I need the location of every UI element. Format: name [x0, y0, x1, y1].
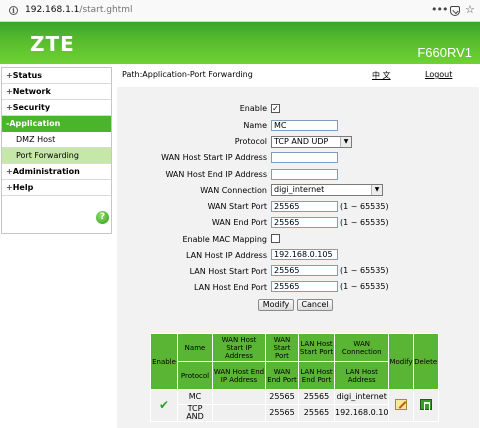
edit-icon[interactable] — [395, 399, 408, 410]
header-lan-end-port: LAN Host End Port — [298, 361, 335, 390]
lan-end-port-input[interactable]: 25565 — [271, 281, 338, 292]
expand-icon: + — [6, 183, 13, 192]
row-wan-start-port: 25565 — [265, 389, 299, 405]
sidebar-item-label: Network — [12, 87, 51, 96]
lan-start-port-input[interactable]: 25565 — [271, 265, 338, 276]
wan-end-ip-label: WAN Host End IP Address — [165, 170, 267, 179]
modify-button[interactable]: Modify — [258, 299, 294, 311]
header-wan-connection: WAN Connection — [333, 333, 390, 362]
enable-checkbox[interactable]: ✓ — [271, 104, 280, 113]
mac-mapping-label: Enable MAC Mapping — [182, 235, 268, 244]
wan-end-port-input[interactable]: 25565 — [271, 217, 338, 228]
port-forwarding-table: Enable Name WAN Host Start IP Address WA… — [150, 333, 439, 422]
sidebar-item-label: Security — [12, 103, 51, 112]
bookmark-star-icon[interactable]: ☆ — [465, 3, 475, 16]
protocol-select[interactable]: TCP AND UDP ▼ — [271, 136, 352, 148]
header-wan-start-port: WAN Start Port — [265, 333, 299, 362]
row-lan-start-port: 25565 — [298, 389, 335, 405]
name-label: Name — [243, 121, 267, 130]
wan-start-ip-input[interactable] — [271, 152, 338, 163]
wan-start-port-label: WAN Start Port — [207, 202, 267, 211]
expand-icon: + — [6, 167, 13, 176]
row-lan-end-port: 25565 — [298, 404, 335, 422]
row-name: MC — [177, 389, 213, 405]
row-wan-end-ip — [212, 404, 266, 422]
row-wan-connection: digi_internet — [333, 389, 390, 405]
chevron-down-icon: ▼ — [371, 185, 382, 195]
row-wan-start-ip — [212, 389, 266, 405]
lan-end-port-range: (1 ~ 65535) — [340, 282, 389, 291]
lan-start-port-range: (1 ~ 65535) — [340, 266, 389, 275]
protocol-value: TCP AND UDP — [274, 137, 329, 146]
header-wan-end-port: WAN End Port — [265, 361, 299, 390]
enable-label: Enable — [239, 104, 267, 113]
router-header: ZTE F660RV1 — [0, 22, 480, 64]
row-modify-cell — [388, 389, 414, 422]
zte-logo: ZTE — [30, 32, 75, 56]
header-enable: Enable — [150, 333, 178, 390]
url-host: 192.168.1.1 — [25, 5, 80, 15]
header-modify: Modify — [388, 333, 414, 390]
lan-start-port-label: LAN Host Start Port — [189, 267, 267, 276]
lan-ip-input[interactable]: 192.168.0.105 — [271, 249, 338, 260]
row-lan-host-address: 192.168.0.10 — [333, 404, 390, 422]
wan-start-ip-label: WAN Host Start IP Address — [161, 153, 267, 162]
header-wan-end-ip: WAN Host End IP Address — [212, 361, 266, 390]
browser-url-bar[interactable]: i 192.168.1.1/start.ghtml ••• ☆ — [0, 0, 480, 22]
name-input[interactable]: MC — [271, 120, 338, 131]
url-text[interactable]: 192.168.1.1/start.ghtml — [25, 5, 132, 15]
pocket-icon[interactable] — [450, 6, 460, 16]
page-actions-icon[interactable]: ••• — [431, 3, 448, 16]
cancel-button[interactable]: Cancel — [297, 299, 333, 311]
lan-ip-label: LAN Host IP Address — [186, 251, 267, 260]
protocol-label: Protocol — [234, 137, 267, 146]
expand-icon: + — [6, 103, 13, 112]
chevron-down-icon: ▼ — [340, 137, 351, 147]
header-wan-start-ip: WAN Host Start IP Address — [212, 333, 266, 362]
header-lan-start-port: LAN Host Start Port — [298, 333, 335, 362]
row-delete-cell — [412, 389, 439, 422]
breadcrumb-bar: Path:Application-Port Forwarding 中 文 Log… — [117, 67, 479, 87]
wan-start-port-range: (1 ~ 65535) — [340, 202, 389, 211]
breadcrumb: Path:Application-Port Forwarding — [122, 70, 253, 79]
header-protocol: Protocol — [177, 361, 213, 390]
header-name: Name — [177, 333, 213, 362]
logout-link[interactable]: Logout — [425, 70, 452, 79]
wan-start-port-input[interactable]: 25565 — [271, 201, 338, 212]
row-protocol: TCP AND — [177, 404, 213, 422]
wan-connection-label: WAN Connection — [200, 186, 267, 195]
sidebar-item-status[interactable]: +Status — [2, 68, 111, 84]
lan-end-port-label: LAN Host End Port — [193, 283, 267, 292]
language-link[interactable]: 中 文 — [372, 70, 391, 81]
wan-connection-select[interactable]: digi_internet ▼ — [271, 184, 383, 196]
mac-mapping-checkbox[interactable] — [271, 234, 280, 243]
header-delete: Delete — [412, 333, 439, 390]
wan-end-port-label: WAN End Port — [211, 218, 267, 227]
wan-connection-value: digi_internet — [274, 185, 325, 194]
row-wan-end-port: 25565 — [265, 404, 299, 422]
wan-end-port-range: (1 ~ 65535) — [340, 218, 389, 227]
trash-icon[interactable] — [419, 399, 432, 411]
url-path: /start.ghtml — [79, 5, 133, 15]
sidebar-item-label: Application — [9, 119, 61, 128]
header-lan-host-address: LAN Host Address — [333, 361, 390, 390]
sidebar-item-network[interactable]: +Network — [2, 84, 111, 100]
expand-icon: + — [6, 71, 13, 80]
sidebar-item-label: Status — [12, 71, 42, 80]
expand-icon: + — [6, 87, 13, 96]
sidebar-item-label: Help — [12, 183, 34, 192]
site-info-icon[interactable]: i — [9, 6, 18, 15]
model-name: F660RV1 — [417, 45, 472, 60]
row-enabled-cell: ✔ — [150, 389, 178, 422]
check-icon: ✔ — [158, 397, 170, 412]
wan-end-ip-input[interactable] — [271, 169, 338, 180]
